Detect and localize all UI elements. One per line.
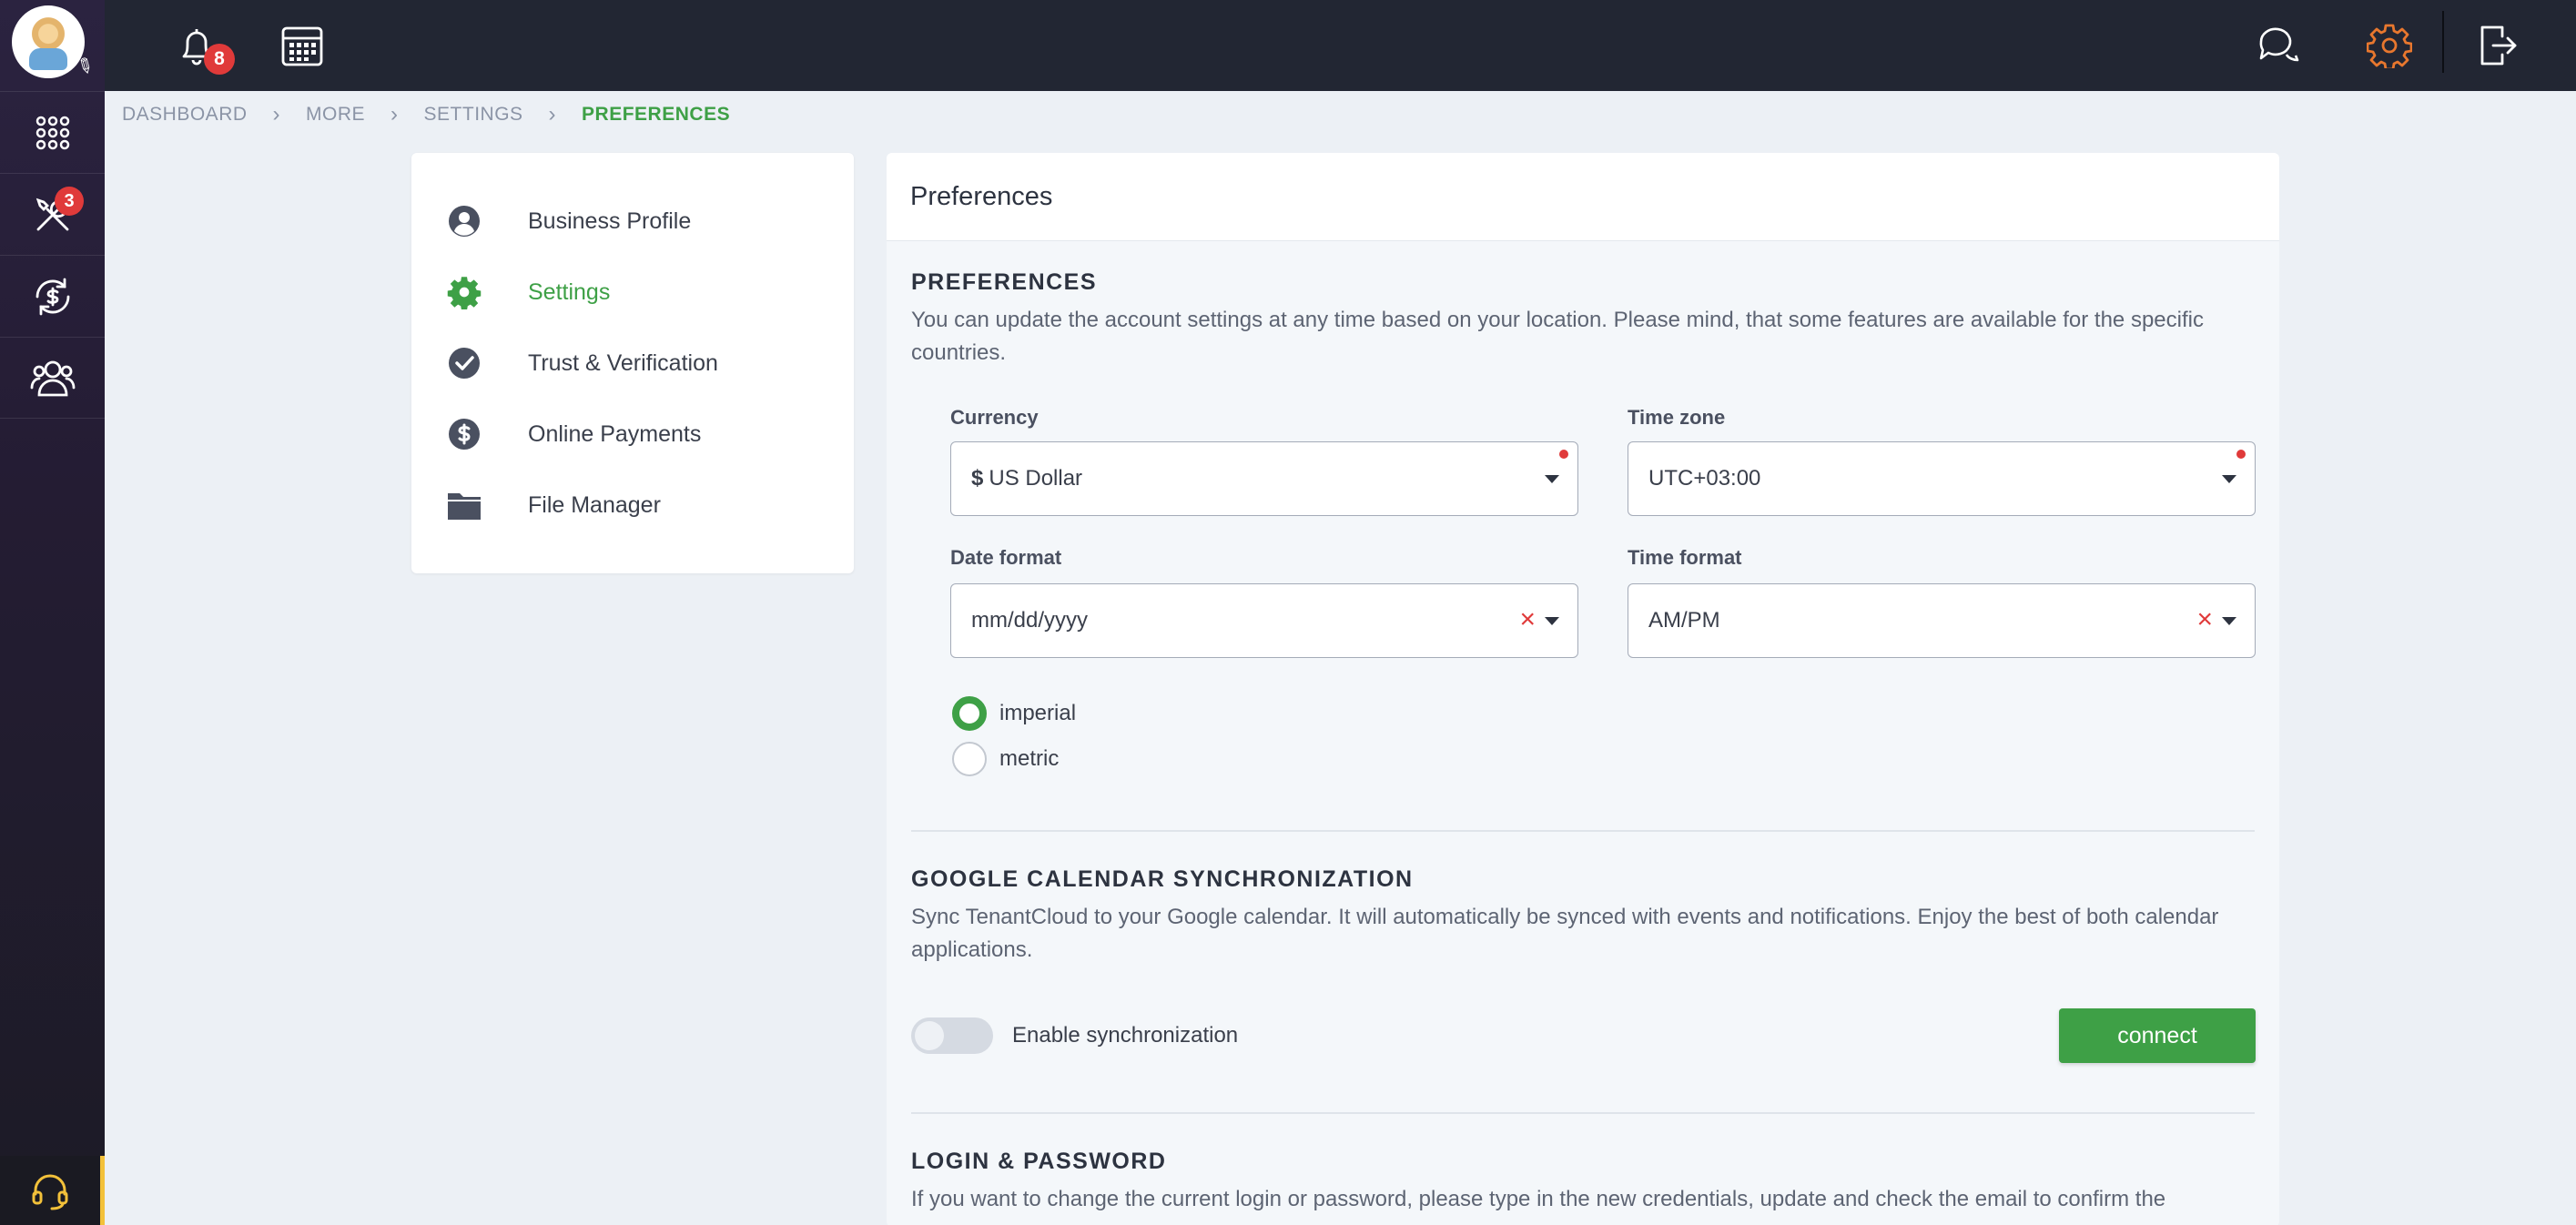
breadcrumb: DASHBOARD › MORE › SETTINGS › PREFERENCE… (122, 102, 730, 127)
chevron-right-icon: › (272, 102, 281, 127)
chevron-right-icon: › (390, 102, 399, 127)
menu-item-label: Online Payments (528, 420, 702, 447)
sync-toggle-label: Enable synchronization (1012, 1023, 1239, 1048)
menu-item-trust-verification[interactable]: Trust & Verification (444, 340, 718, 386)
time-format-value: AM/PM (1648, 608, 1720, 633)
google-calendar-heading: GOOGLE CALENDAR SYNCHRONIZATION (911, 866, 1414, 892)
timezone-label: Time zone (1628, 406, 1726, 429)
time-format-select[interactable]: AM/PM × (1628, 583, 2256, 658)
clear-icon[interactable]: × (2196, 606, 2213, 633)
menu-item-business-profile[interactable]: Business Profile (444, 198, 691, 244)
folder-icon (444, 485, 484, 525)
sync-toggle[interactable] (911, 1017, 993, 1054)
user-circle-icon (444, 201, 484, 241)
left-rail: ✎ 3 (0, 0, 105, 1225)
tools-badge: 3 (55, 187, 84, 216)
timezone-value: UTC+03:00 (1648, 466, 1761, 491)
menu-item-file-manager[interactable]: File Manager (444, 482, 661, 528)
required-indicator (2236, 450, 2246, 459)
chevron-down-icon (2222, 475, 2236, 483)
date-format-label: Date format (950, 546, 1062, 569)
chevron-down-icon (1545, 617, 1559, 625)
dollar-circle-icon (444, 414, 484, 454)
topbar-divider (2442, 11, 2444, 73)
currency-select[interactable]: $ US Dollar (950, 441, 1578, 516)
timezone-select[interactable]: UTC+03:00 (1628, 441, 2256, 516)
time-format-label: Time format (1628, 546, 1742, 569)
radio-label: metric (999, 746, 1060, 771)
chevron-right-icon: › (548, 102, 557, 127)
chevron-down-icon (2222, 617, 2236, 625)
preferences-heading: PREFERENCES (911, 269, 1098, 295)
messages-button[interactable] (2249, 16, 2307, 75)
gear-icon (444, 272, 484, 312)
headset-icon (32, 1174, 68, 1210)
users-icon (30, 360, 75, 397)
top-bar: 8 (105, 0, 2576, 91)
radio-metric[interactable]: metric (952, 742, 1059, 776)
gear-icon (2367, 24, 2412, 68)
breadcrumb-more[interactable]: MORE (306, 104, 365, 126)
check-circle-icon (444, 343, 484, 383)
date-format-value: mm/dd/yyyy (971, 608, 1089, 633)
connect-button[interactable]: connect (2059, 1008, 2256, 1063)
panel-header: Preferences (887, 153, 2279, 241)
menu-item-label: Business Profile (528, 208, 692, 234)
menu-item-label: File Manager (528, 491, 661, 518)
logout-button[interactable] (2470, 16, 2528, 75)
clear-icon[interactable]: × (1519, 606, 1536, 633)
rail-item-users[interactable] (0, 337, 105, 419)
menu-item-settings[interactable]: Settings (444, 269, 610, 315)
breadcrumb-dashboard[interactable]: DASHBOARD (122, 104, 248, 126)
section-divider (911, 830, 2255, 832)
calendar-icon (281, 26, 323, 66)
preferences-panel: Preferences PREFERENCES You can update t… (887, 153, 2279, 1225)
breadcrumb-preferences: PREFERENCES (582, 104, 731, 125)
date-format-select[interactable]: mm/dd/yyyy × (950, 583, 1578, 658)
rail-item-tools[interactable]: 3 (0, 173, 105, 255)
section-divider (911, 1112, 2255, 1114)
rail-item-apps[interactable] (0, 91, 105, 173)
chevron-down-icon (1545, 475, 1559, 483)
menu-item-label: Trust & Verification (528, 349, 718, 376)
radio-label: imperial (999, 701, 1077, 725)
required-indicator (1559, 450, 1568, 459)
settings-menu: Business Profile Settings Trust & Verifi… (411, 153, 854, 573)
page-title: Preferences (910, 181, 1053, 211)
menu-item-online-payments[interactable]: Online Payments (444, 411, 701, 457)
logout-icon (2480, 25, 2517, 66)
radio-dot (952, 696, 987, 731)
login-password-heading: LOGIN & PASSWORD (911, 1149, 1167, 1174)
radio-imperial[interactable]: imperial (952, 696, 1076, 731)
notifications-button[interactable]: 8 (167, 16, 235, 75)
money-exchange-icon (35, 278, 69, 315)
menu-item-label: Settings (528, 278, 611, 305)
currency-label: Currency (950, 406, 1039, 429)
calendar-button[interactable] (273, 16, 331, 75)
support-button[interactable] (0, 1156, 105, 1225)
currency-value: US Dollar (989, 466, 1083, 491)
preferences-description: You can update the account settings at a… (911, 308, 2204, 365)
chat-icon (2259, 27, 2299, 62)
breadcrumb-settings[interactable]: SETTINGS (424, 104, 523, 126)
radio-dot (952, 742, 987, 776)
settings-button[interactable] (2360, 16, 2419, 75)
google-calendar-description: Sync TenantCloud to your Google calendar… (911, 905, 2219, 962)
currency-symbol: $ (971, 466, 984, 491)
login-password-description: If you want to change the current login … (911, 1187, 2166, 1211)
notifications-badge: 8 (204, 44, 235, 75)
rail-item-payments[interactable] (0, 255, 105, 337)
apps-grid-icon (35, 116, 69, 149)
